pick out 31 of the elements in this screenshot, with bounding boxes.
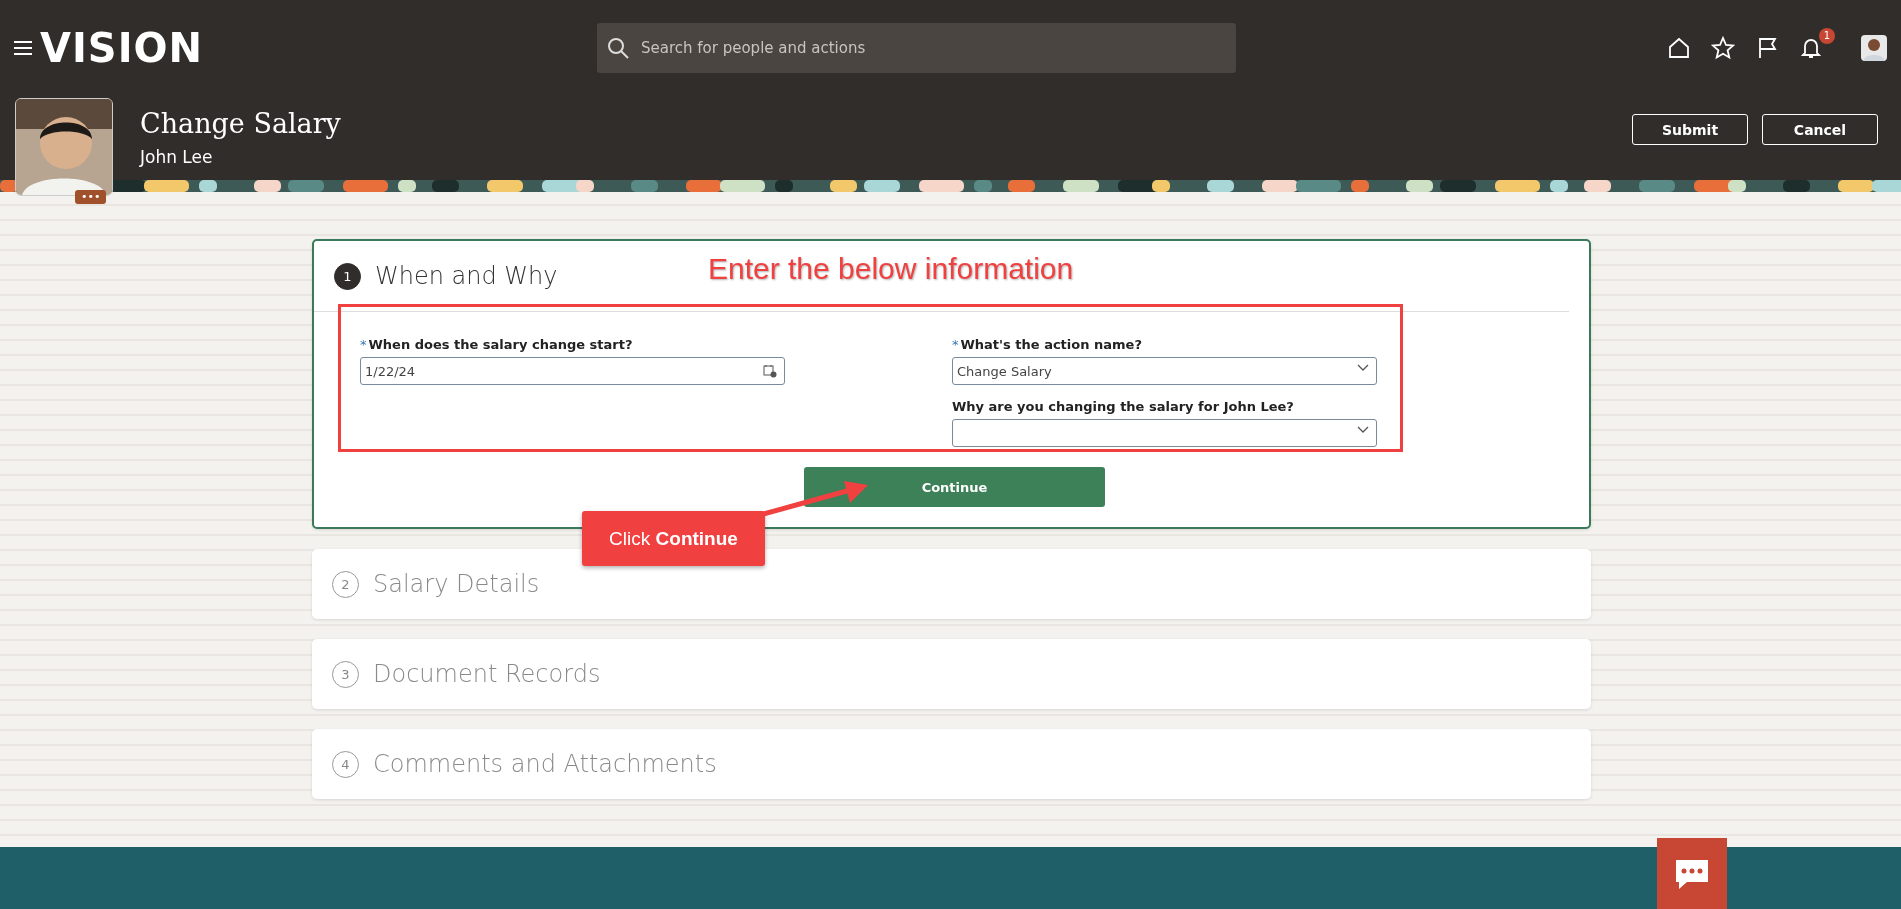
field-label: When does the salary change start?: [368, 337, 633, 352]
required-mark: *: [952, 337, 959, 352]
logo[interactable]: VISION: [40, 24, 203, 71]
header-button[interactable]: Cancel: [1762, 114, 1878, 145]
field-label: Why are you changing the salary for John Lee?: [952, 399, 1294, 414]
annotation-text: Enter the below information: [708, 252, 1074, 286]
continue-button[interactable]: Continue: [804, 467, 1105, 507]
search-icon: [607, 36, 629, 59]
callout-label: Click Continue: [582, 511, 765, 566]
notification-badge: 1: [1819, 27, 1835, 44]
field-label: What's the action name?: [960, 337, 1142, 352]
step-title[interactable]: Document Records: [373, 660, 601, 688]
person-name[interactable]: John Lee: [140, 147, 341, 167]
step-number: 1: [334, 262, 361, 290]
step-title[interactable]: Salary Details: [373, 570, 540, 598]
dropdown-field[interactable]: Change Salary: [952, 357, 1377, 385]
menu-icon[interactable]: [14, 40, 32, 55]
home-icon[interactable]: [1667, 35, 1691, 60]
chevron-icon[interactable]: [1357, 364, 1369, 372]
calendar-icon[interactable]: [763, 364, 777, 378]
chat-button[interactable]: [1657, 838, 1727, 909]
date-field[interactable]: 1/22/24: [360, 357, 785, 385]
step-title[interactable]: Comments and Attachments: [373, 750, 717, 778]
page-title: Change Salary: [140, 108, 341, 139]
step-title[interactable]: When and Why: [375, 262, 558, 290]
required-mark: *: [360, 337, 367, 352]
dropdown-field[interactable]: [952, 419, 1377, 447]
star-icon[interactable]: [1711, 35, 1735, 60]
search-field[interactable]: Search for people and actions: [597, 22, 1236, 73]
chevron-icon[interactable]: [1357, 426, 1369, 434]
header-button[interactable]: Submit: [1632, 114, 1748, 145]
